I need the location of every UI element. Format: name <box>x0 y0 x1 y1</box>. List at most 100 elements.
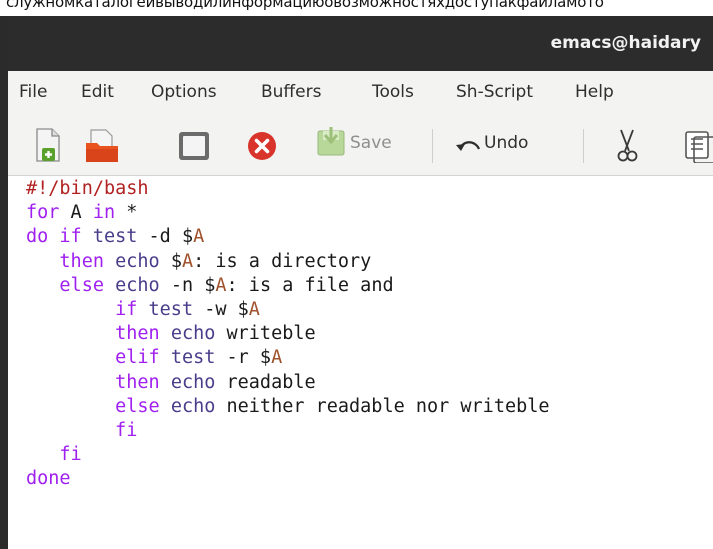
menu-buffers[interactable]: Buffers <box>261 82 321 102</box>
toolbar-separator <box>432 129 433 163</box>
code-line: then echo $A: is a directory <box>26 250 550 274</box>
code-token: A <box>181 250 194 272</box>
code-line: #!/bin/bash <box>26 177 550 201</box>
code-token: echo <box>170 371 216 393</box>
code-token: in <box>92 202 116 224</box>
code-text: #!/bin/bash for A in * do if test -d $A th… <box>26 177 550 491</box>
save-icon <box>317 127 345 156</box>
code-line: for A in * <box>26 201 550 225</box>
code-token: for <box>26 202 60 224</box>
menu-options[interactable]: Options <box>151 82 217 102</box>
close-buffer-button[interactable] <box>244 127 280 163</box>
code-token: done <box>26 468 71 490</box>
code-token: then <box>115 371 160 393</box>
code-line: elif test -r $A <box>26 346 550 370</box>
code-token: fi <box>115 419 138 441</box>
code-token: echo <box>115 250 160 272</box>
window-left-border <box>0 16 8 549</box>
editor-buffer[interactable]: #!/bin/bash for A in * do if test -d $A th… <box>8 176 713 549</box>
close-buffer-icon <box>248 132 276 160</box>
code-line: do if test -d $A <box>26 225 550 249</box>
code-line: done <box>26 467 550 491</box>
title-bar[interactable]: emacs@haidary <box>8 16 713 71</box>
menu-bar: File Edit Options Buffers Tools Sh-Scrip… <box>8 71 713 115</box>
dired-button[interactable] <box>176 127 212 163</box>
undo-icon <box>456 141 481 151</box>
menu-edit[interactable]: Edit <box>81 82 114 102</box>
open-file-button[interactable] <box>82 127 122 163</box>
toolbar-separator <box>583 129 584 163</box>
code-token: $ <box>159 250 182 272</box>
code-token: test <box>148 298 194 320</box>
code-token: readable <box>215 371 316 393</box>
save-label: Save <box>350 133 392 153</box>
menu-sh-script[interactable]: Sh-Script <box>456 82 533 102</box>
dired-icon <box>179 132 209 160</box>
open-folder-icon <box>86 129 118 162</box>
code-token: else <box>59 274 104 296</box>
code-token: * <box>115 202 138 224</box>
code-token: A <box>248 298 260 320</box>
code-token: A <box>59 202 93 224</box>
code-token: echo <box>115 274 160 296</box>
new-file-button[interactable] <box>32 127 66 163</box>
code-line: fi <box>26 443 550 467</box>
code-line: else echo neither readable nor writeble <box>26 395 550 419</box>
code-token: test <box>92 226 138 248</box>
undo-label: Undo <box>484 133 529 153</box>
menu-tools[interactable]: Tools <box>372 82 414 102</box>
window-title: emacs@haidary <box>550 33 701 53</box>
code-token: #!/bin/bash <box>26 178 149 199</box>
code-token: test <box>170 347 216 369</box>
caption-text: служномкаталогеивыводилинформациюовозмож… <box>6 0 604 11</box>
code-token: : is a directory <box>193 250 372 272</box>
code-token: -w $ <box>193 298 249 320</box>
cut-button[interactable] <box>612 127 642 163</box>
code-token: echo <box>170 323 216 345</box>
undo-button[interactable]: Undo <box>454 127 564 163</box>
code-token: -n $ <box>159 274 216 296</box>
menu-help[interactable]: Help <box>575 82 614 102</box>
menu-file[interactable]: File <box>19 82 47 102</box>
new-file-icon <box>36 128 60 162</box>
copy-button[interactable] <box>684 127 713 163</box>
code-token: writeble <box>215 323 316 345</box>
code-token: fi <box>59 444 82 466</box>
background-document-caption: служномкаталогеивыводилинформациюовозмож… <box>0 0 713 16</box>
code-line: if test -w $A <box>26 298 550 322</box>
code-token: : is a file and <box>226 274 394 296</box>
cut-icon <box>617 129 638 162</box>
code-token: then <box>59 250 104 272</box>
code-token: if <box>115 298 138 320</box>
copy-icon <box>685 131 713 163</box>
code-token: do <box>26 226 49 248</box>
code-line: fi <box>26 419 550 443</box>
code-token: elif <box>115 347 160 369</box>
code-token: -r $ <box>215 347 272 369</box>
code-token: neither readable nor writeble <box>215 395 550 417</box>
save-button[interactable]: Save <box>314 127 406 163</box>
code-token: echo <box>170 395 216 417</box>
code-token: A <box>271 347 283 369</box>
code-token: if <box>59 226 82 248</box>
code-token: A <box>215 274 227 296</box>
code-line: else echo -n $A: is a file and <box>26 274 550 298</box>
code-line: then echo readable <box>26 371 550 395</box>
